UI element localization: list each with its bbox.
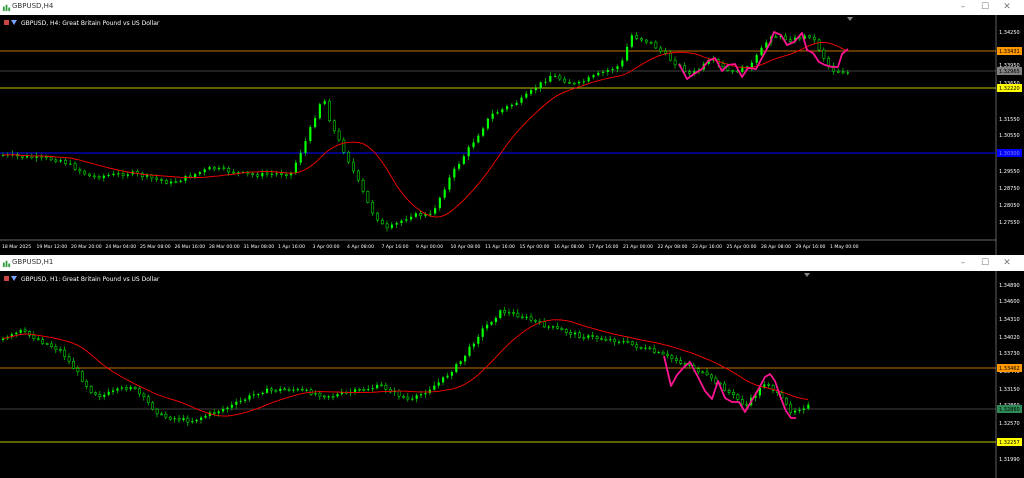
level-tag-label: 1.32220 bbox=[999, 86, 1020, 92]
price-label: 1.34020 bbox=[999, 335, 1020, 341]
time-label: 1 Apr 16:00 bbox=[278, 244, 305, 250]
time-label: 29 Apr 16:00 bbox=[796, 244, 826, 250]
price-chart-h1[interactable]: GBPUSD, H1: Great Britain Pound vs US Do… bbox=[0, 271, 1024, 478]
chart-window-h1: GBPUSD,H1 – ☐ ✕ GBPUSD, H1: Great Britai… bbox=[0, 256, 1024, 478]
time-label: 31 Mar 08:00 bbox=[244, 244, 275, 250]
price-label: 1.30550 bbox=[999, 133, 1020, 139]
chart-header: GBPUSD, H1: Great Britain Pound vs US Do… bbox=[21, 276, 160, 283]
time-scale-h4: 18 Mar 2025 19 Mar 12:00 20 Mar 20:00 24 Ma… bbox=[2, 244, 859, 250]
minimize-icon[interactable]: – bbox=[956, 257, 970, 270]
time-label: 23 Apr 16:00 bbox=[692, 244, 722, 250]
level-tag-label: 1.32860 bbox=[999, 407, 1020, 413]
time-label: 9 Apr 00:00 bbox=[416, 244, 443, 250]
level-tag-label: 1.30300 bbox=[999, 151, 1020, 157]
price-label: 1.33730 bbox=[999, 351, 1020, 357]
price-chart-h4[interactable]: GBPUSD, H4: Great Britain Pound vs US Do… bbox=[0, 15, 1024, 255]
chart-app-icon bbox=[2, 4, 11, 12]
time-label: 10 Apr 08:00 bbox=[451, 244, 481, 250]
time-label: 16 Apr 08:00 bbox=[554, 244, 584, 250]
price-label: 1.31550 bbox=[999, 117, 1020, 123]
window-title: GBPUSD,H1 bbox=[12, 258, 54, 266]
flag-icon bbox=[4, 276, 9, 281]
time-label: 22 Apr 08:00 bbox=[658, 244, 688, 250]
time-label: 28 Apr 08:00 bbox=[761, 244, 791, 250]
chart-window-h4: GBPUSD,H4 – ☐ ✕ GBPUSD, H4: Great Britai… bbox=[0, 0, 1024, 255]
time-label: 20 Mar 20:00 bbox=[71, 244, 102, 250]
time-label: 1 May 00:00 bbox=[830, 244, 859, 250]
price-label: 1.27550 bbox=[999, 220, 1020, 226]
price-label: 1.32570 bbox=[999, 421, 1020, 427]
maximize-icon[interactable]: ☐ bbox=[978, 257, 992, 270]
price-label: 1.28750 bbox=[999, 186, 1020, 192]
time-label: 17 Apr 16:00 bbox=[589, 244, 619, 250]
time-label: 4 Apr 08:00 bbox=[347, 244, 374, 250]
time-label: 15 Apr 00:00 bbox=[520, 244, 550, 250]
price-label: 1.31990 bbox=[999, 457, 1020, 463]
title-bar[interactable]: GBPUSD,H4 – ☐ ✕ bbox=[0, 0, 1024, 16]
time-label: 28 Mar 00:00 bbox=[209, 244, 240, 250]
close-icon[interactable]: ✕ bbox=[1000, 257, 1014, 270]
price-label: 1.33150 bbox=[999, 387, 1020, 393]
close-icon[interactable]: ✕ bbox=[1000, 1, 1014, 14]
time-label: 19 Mar 12:00 bbox=[37, 244, 68, 250]
level-tag-label: 1.32257 bbox=[999, 440, 1020, 446]
level-tag-label: 1.32965 bbox=[999, 69, 1020, 75]
title-bar[interactable]: GBPUSD,H1 – ☐ ✕ bbox=[0, 256, 1024, 272]
flag-icon bbox=[4, 20, 9, 25]
minimize-icon[interactable]: – bbox=[956, 1, 970, 14]
time-label: 11 Apr 16:00 bbox=[485, 244, 515, 250]
price-label: 1.34250 bbox=[999, 30, 1020, 36]
time-label: 18 Mar 2025 bbox=[2, 244, 31, 250]
time-label: 7 Apr 16:00 bbox=[382, 244, 409, 250]
time-label: 21 Apr 00:00 bbox=[623, 244, 653, 250]
price-label: 1.34600 bbox=[999, 299, 1020, 305]
chart-header: GBPUSD, H4: Great Britain Pound vs US Do… bbox=[21, 20, 160, 27]
level-tag-label: 1.33462 bbox=[999, 366, 1020, 372]
maximize-icon[interactable]: ☐ bbox=[978, 1, 992, 14]
time-label: 25 Mar 08:00 bbox=[140, 244, 171, 250]
price-label: 1.28050 bbox=[999, 203, 1020, 209]
time-label: 26 Mar 16:00 bbox=[175, 244, 206, 250]
chart-app-icon bbox=[2, 260, 11, 268]
price-label: 1.34890 bbox=[999, 283, 1020, 289]
price-label: 1.34310 bbox=[999, 317, 1020, 323]
time-label: 25 Apr 00:00 bbox=[727, 244, 757, 250]
window-title: GBPUSD,H4 bbox=[12, 2, 54, 10]
price-label: 1.29550 bbox=[999, 169, 1020, 175]
time-label: 3 Apr 00:00 bbox=[313, 244, 340, 250]
time-label: 24 Mar 04:00 bbox=[106, 244, 137, 250]
level-tag-label: 1.33431 bbox=[999, 49, 1020, 55]
